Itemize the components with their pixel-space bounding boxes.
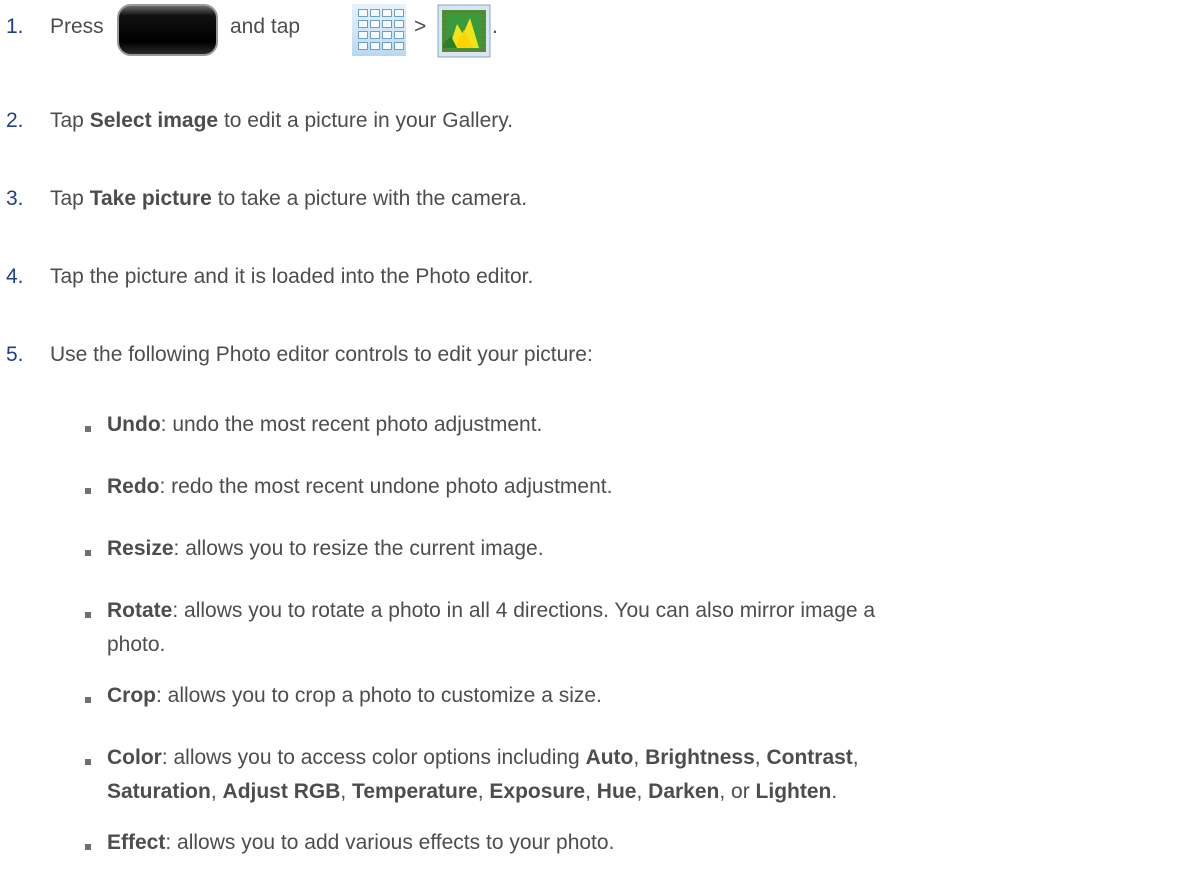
- press-label: Press: [50, 15, 104, 38]
- color-option-saturation: Saturation: [107, 780, 211, 803]
- control-name: Rotate: [107, 599, 173, 622]
- comma: ,: [340, 780, 347, 803]
- comma: ,: [633, 746, 640, 769]
- or-separator: , or: [719, 780, 750, 803]
- control-name: Redo: [107, 475, 160, 498]
- color-option-adjust-rgb: Adjust RGB: [222, 780, 341, 803]
- step-rest: to take a picture with the camera.: [217, 187, 528, 210]
- step-text: Use the following Photo editor controls …: [50, 343, 593, 366]
- step-text: Press: [50, 15, 104, 39]
- step-number: 2.: [6, 109, 24, 132]
- bullet-icon: [85, 697, 91, 703]
- comma: ,: [477, 780, 484, 803]
- control-item-effect: Effect: allows you to add various effect…: [107, 831, 614, 855]
- apps-grid-icon: [352, 4, 406, 56]
- control-desc-continued: photo.: [107, 633, 166, 656]
- control-desc: : allows you to add various effects to y…: [165, 831, 615, 854]
- control-desc: : redo the most recent undone photo adju…: [159, 475, 613, 498]
- control-item-redo: Redo: redo the most recent undone photo …: [107, 475, 612, 499]
- tap-label: Tap: [50, 109, 84, 132]
- bullet-icon: [85, 550, 91, 556]
- control-name: Crop: [107, 684, 156, 707]
- step-text: Tap Take picture to take a picture with …: [50, 187, 527, 211]
- step-rest: to edit a picture in your Gallery.: [223, 109, 514, 132]
- control-name: Undo: [107, 413, 161, 436]
- comma: ,: [636, 780, 643, 803]
- control-desc: : undo the most recent photo adjustment.: [160, 413, 543, 436]
- color-option-hue: Hue: [596, 780, 637, 803]
- control-item-color: Color: allows you to access color option…: [107, 746, 859, 770]
- control-name: Color: [107, 746, 162, 769]
- control-item-undo: Undo: undo the most recent photo adjustm…: [107, 413, 542, 437]
- color-option-temperature: Temperature: [352, 780, 478, 803]
- photo-editor-icon: [437, 4, 491, 58]
- and-tap-label: and tap: [230, 15, 301, 38]
- step-number: 3.: [6, 187, 24, 210]
- color-option-lighten: Lighten: [755, 780, 832, 803]
- control-item-resize: Resize: allows you to resize the current…: [107, 537, 544, 561]
- bullet-icon: [85, 612, 91, 618]
- period: .: [831, 780, 838, 803]
- color-option-exposure: Exposure: [489, 780, 586, 803]
- color-option-brightness: Brightness: [645, 746, 755, 769]
- step-number: 5.: [6, 343, 24, 366]
- select-image-label: Select image: [89, 109, 219, 132]
- comma: ,: [852, 746, 859, 769]
- control-desc-continued: Saturation, Adjust RGB, Temperature, Exp…: [107, 780, 837, 804]
- bullet-icon: [85, 488, 91, 494]
- comma: ,: [754, 746, 761, 769]
- step-text: Tap Select image to edit a picture in yo…: [50, 109, 513, 133]
- color-option-darken: Darken: [648, 780, 720, 803]
- bullet-icon: [85, 759, 91, 765]
- comma: ,: [585, 780, 591, 803]
- home-key-icon: [117, 4, 218, 56]
- control-item-rotate: Rotate: allows you to rotate a photo in …: [107, 599, 875, 623]
- color-option-contrast: Contrast: [766, 746, 853, 769]
- step-end-period: .: [492, 15, 498, 38]
- control-desc: : allows you to rotate a photo in all 4 …: [172, 599, 876, 622]
- color-option-auto: Auto: [585, 746, 634, 769]
- bullet-icon: [85, 426, 91, 432]
- bullet-icon: [85, 844, 91, 850]
- step-number: 1.: [6, 15, 24, 38]
- control-item-crop: Crop: allows you to crop a photo to cust…: [107, 684, 602, 708]
- take-picture-label: Take picture: [89, 187, 212, 210]
- step-text: Tap the picture and it is loaded into th…: [50, 265, 534, 288]
- step-number: 4.: [6, 265, 24, 288]
- control-name: Effect: [107, 831, 166, 854]
- control-desc: : allows you to resize the current image…: [173, 537, 544, 560]
- tap-label: Tap: [50, 187, 84, 210]
- separator-label: >: [414, 15, 427, 38]
- control-desc: : allows you to crop a photo to customiz…: [156, 684, 602, 707]
- control-name: Resize: [107, 537, 174, 560]
- comma: ,: [210, 780, 217, 803]
- control-desc: : allows you to access color options inc…: [161, 746, 580, 769]
